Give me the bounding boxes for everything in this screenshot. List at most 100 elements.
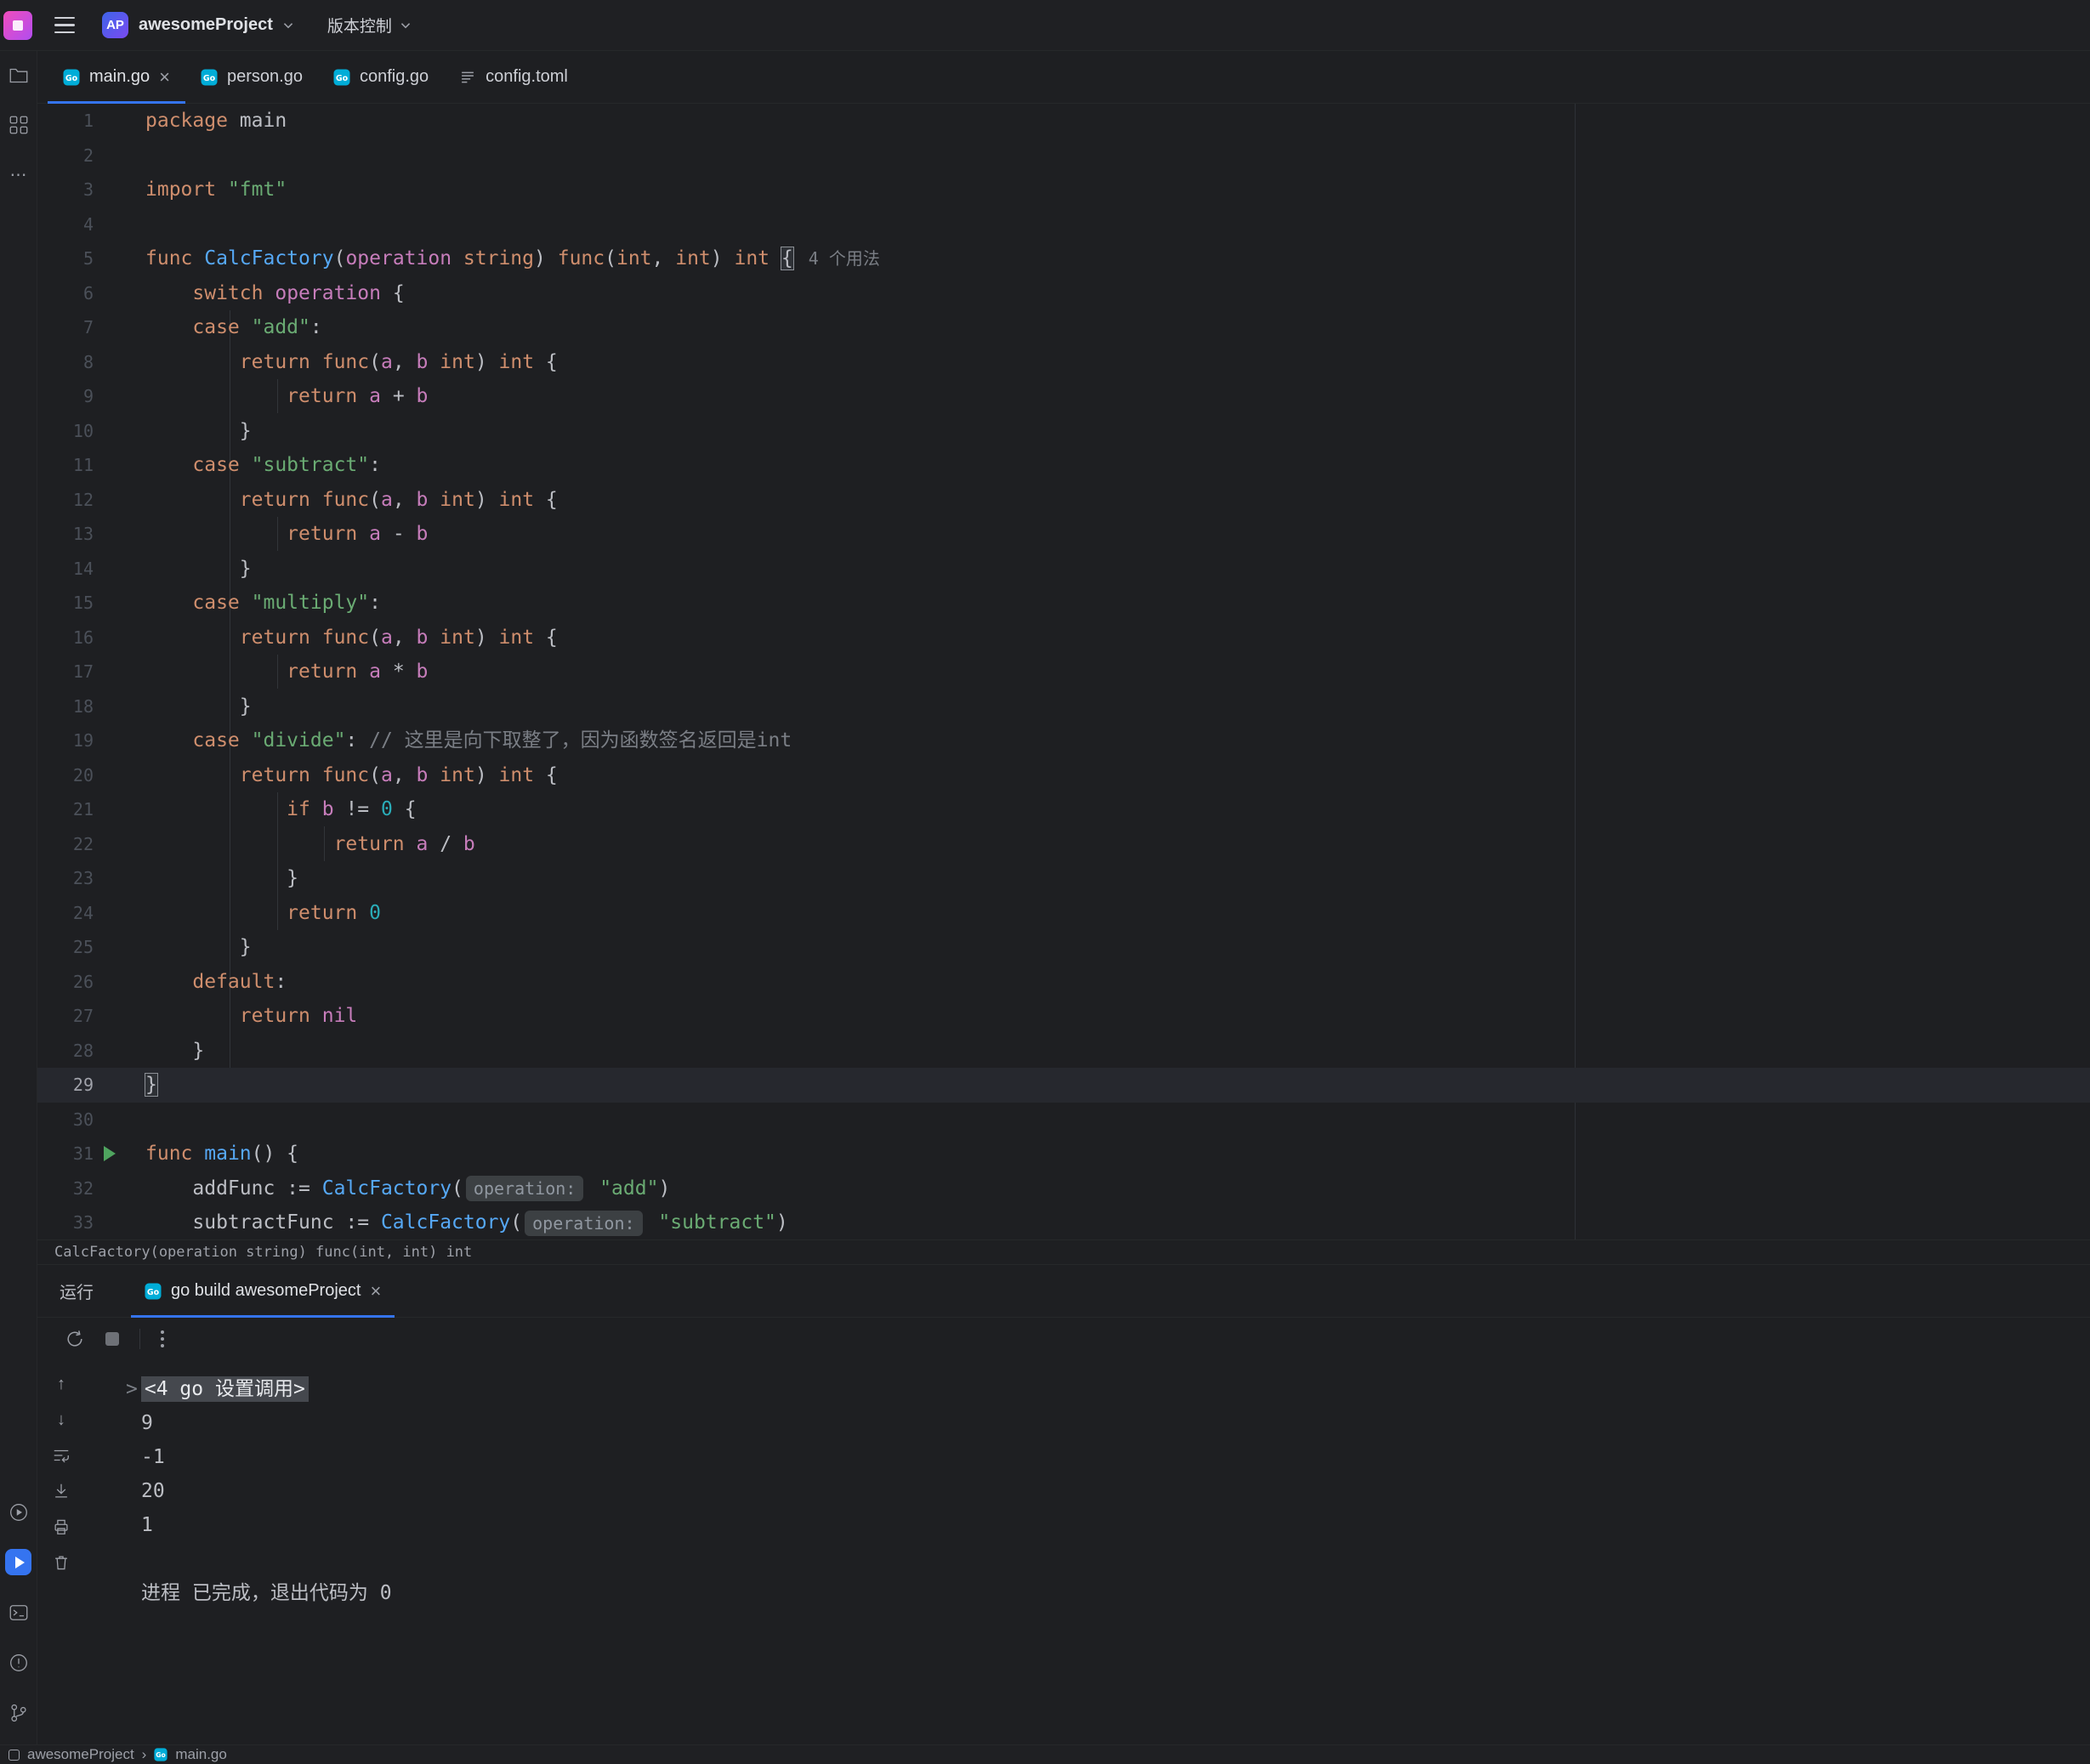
code-line[interactable]: 13 return a - b (37, 517, 2090, 552)
line-number[interactable]: 15 (37, 586, 94, 621)
line-number[interactable]: 8 (37, 345, 94, 380)
line-number[interactable]: 17 (37, 655, 94, 689)
line-number[interactable]: 10 (37, 414, 94, 449)
close-icon[interactable]: × (159, 68, 170, 87)
line-number[interactable]: 23 (37, 861, 94, 896)
code-line[interactable]: 6 switch operation { (37, 276, 2090, 311)
scroll-to-end-icon[interactable] (51, 1481, 71, 1501)
tab-config-go[interactable]: Go config.go (318, 51, 444, 103)
more-tool-windows-icon[interactable]: ⋯ (0, 150, 37, 199)
code-line[interactable]: 2 (37, 139, 2090, 173)
statusbar-file[interactable]: main.go (175, 1746, 226, 1763)
code-line[interactable]: 1package main (37, 104, 2090, 139)
code-line[interactable]: 28 } (37, 1034, 2090, 1069)
line-number[interactable]: 27 (37, 999, 94, 1034)
code-line[interactable]: 29} (37, 1068, 2090, 1103)
console-output[interactable]: ><4 go 设置调用>9-1201 进程 已完成，退出代码为 0 (85, 1360, 2090, 1744)
statusbar-project[interactable]: awesomeProject (27, 1746, 134, 1763)
line-number[interactable]: 1 (37, 104, 94, 139)
line-number[interactable]: 2 (37, 139, 94, 173)
run-tab-go-build[interactable]: Go go build awesomeProject × (131, 1265, 395, 1317)
code-line[interactable]: 31func main() { (37, 1137, 2090, 1171)
line-number[interactable]: 33 (37, 1205, 94, 1239)
line-number[interactable]: 29 (37, 1068, 94, 1103)
line-number[interactable]: 32 (37, 1171, 94, 1206)
console-command-line[interactable]: ><4 go 设置调用> (85, 1372, 2090, 1406)
structure-icon[interactable] (0, 100, 37, 150)
line-number[interactable]: 14 (37, 552, 94, 587)
code-line[interactable]: 25 } (37, 930, 2090, 965)
line-number[interactable]: 19 (37, 723, 94, 758)
code-line[interactable]: 32 addFunc := CalcFactory(operation: "ad… (37, 1171, 2090, 1206)
code-line[interactable]: 20 return func(a, b int) int { (37, 758, 2090, 793)
scroll-to-bottom-icon[interactable]: ↓ (51, 1409, 71, 1430)
code-line[interactable]: 12 return func(a, b int) int { (37, 483, 2090, 518)
run-toolwindow-title[interactable]: 运行 (60, 1279, 94, 1303)
scroll-to-top-icon[interactable]: ↑ (51, 1374, 71, 1394)
line-number[interactable]: 28 (37, 1034, 94, 1069)
run-tool-window-icon[interactable] (0, 1537, 37, 1587)
tab-config-toml[interactable]: config.toml (444, 51, 583, 103)
line-number[interactable]: 5 (37, 241, 94, 276)
line-number[interactable]: 3 (37, 173, 94, 207)
line-number[interactable]: 25 (37, 930, 94, 965)
code-line[interactable]: 33 subtractFunc := CalcFactory(operation… (37, 1205, 2090, 1239)
line-number[interactable]: 20 (37, 758, 94, 793)
code-line[interactable]: 19 case "divide": // 这里是向下取整了，因为函数签名返回是i… (37, 723, 2090, 758)
code-line[interactable]: 14 } (37, 552, 2090, 587)
tab-person-go[interactable]: Go person.go (185, 51, 318, 103)
print-icon[interactable] (51, 1517, 71, 1537)
line-number[interactable]: 26 (37, 965, 94, 1000)
vcs-widget[interactable]: 版本控制 (327, 14, 411, 37)
project-widget[interactable]: AP awesomeProject (102, 12, 293, 38)
terminal-icon[interactable] (0, 1587, 37, 1637)
line-number[interactable]: 7 (37, 310, 94, 345)
line-number[interactable]: 9 (37, 379, 94, 414)
code-line[interactable]: 8 return func(a, b int) int { (37, 345, 2090, 380)
project-files-icon[interactable] (0, 51, 37, 100)
code-line[interactable]: 21 if b != 0 { (37, 792, 2090, 827)
code-line[interactable]: 16 return func(a, b int) int { (37, 621, 2090, 655)
rerun-icon[interactable] (65, 1329, 85, 1349)
code-line[interactable]: 10 } (37, 414, 2090, 449)
code-line[interactable]: 15 case "multiply": (37, 586, 2090, 621)
soft-wrap-icon[interactable] (51, 1445, 71, 1466)
main-menu-icon[interactable] (54, 17, 75, 34)
version-control-branch-icon[interactable] (0, 1687, 37, 1738)
code-line[interactable]: 17 return a * b (37, 655, 2090, 689)
code-line[interactable]: 23 } (37, 861, 2090, 896)
code-line[interactable]: 9 return a + b (37, 379, 2090, 414)
line-number[interactable]: 24 (37, 896, 94, 931)
line-number[interactable]: 12 (37, 483, 94, 518)
clear-console-icon[interactable] (51, 1552, 71, 1573)
problems-icon[interactable] (0, 1637, 37, 1687)
more-options-icon[interactable] (161, 1330, 164, 1347)
editor-context-line[interactable]: CalcFactory(operation string) func(int, … (37, 1239, 2090, 1265)
code-editor[interactable]: 1package main23import "fmt"45func CalcFa… (37, 104, 2090, 1239)
line-number[interactable]: 4 (37, 207, 94, 242)
code-line[interactable]: 18 } (37, 689, 2090, 724)
line-number[interactable]: 30 (37, 1103, 94, 1137)
code-line[interactable]: 5func CalcFactory(operation string) func… (37, 241, 2090, 276)
code-line[interactable]: 3import "fmt" (37, 173, 2090, 207)
line-number[interactable]: 31 (37, 1137, 94, 1171)
line-number[interactable]: 18 (37, 689, 94, 724)
line-number[interactable]: 13 (37, 517, 94, 552)
line-number[interactable]: 22 (37, 827, 94, 862)
stop-icon[interactable] (105, 1332, 119, 1346)
close-icon[interactable]: × (370, 1282, 381, 1301)
run-gutter-icon[interactable] (104, 1146, 116, 1161)
tab-main-go[interactable]: Go main.go × (48, 51, 185, 103)
code-line[interactable]: 26 default: (37, 965, 2090, 1000)
line-number[interactable]: 21 (37, 792, 94, 827)
code-line[interactable]: 30 (37, 1103, 2090, 1137)
line-number[interactable]: 16 (37, 621, 94, 655)
line-number[interactable]: 6 (37, 276, 94, 311)
services-icon[interactable] (0, 1487, 37, 1537)
code-line[interactable]: 27 return nil (37, 999, 2090, 1034)
code-line[interactable]: 11 case "subtract": (37, 448, 2090, 483)
code-line[interactable]: 24 return 0 (37, 896, 2090, 931)
console-fold-arrow[interactable]: > (126, 1378, 138, 1400)
code-line[interactable]: 4 (37, 207, 2090, 242)
code-line[interactable]: 7 case "add": (37, 310, 2090, 345)
